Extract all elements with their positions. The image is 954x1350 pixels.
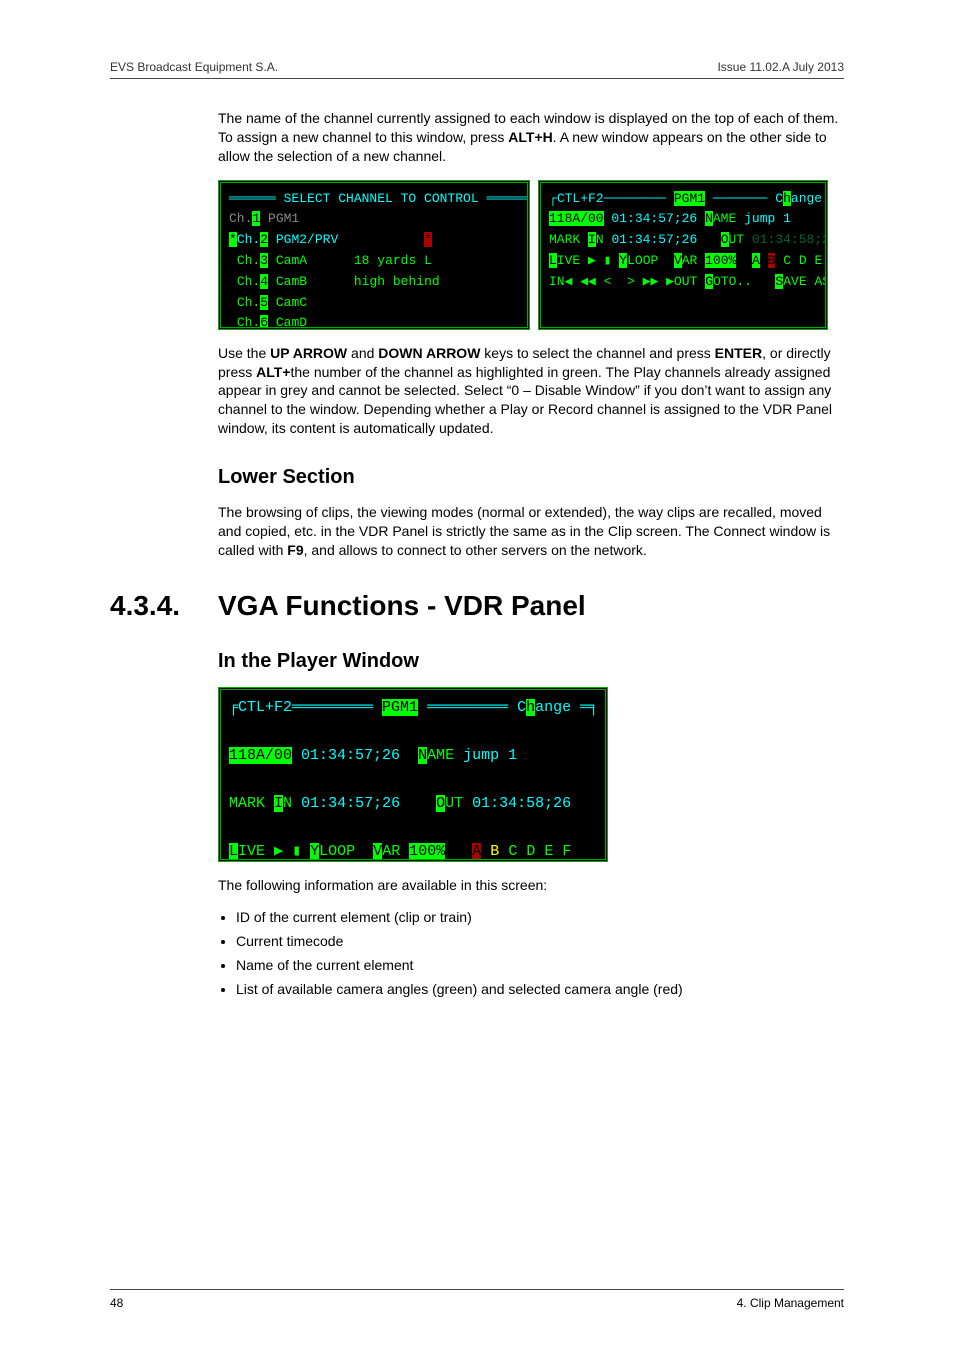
header-right: Issue 11.02.A July 2013: [717, 60, 844, 74]
vdr-player-panel: ╒CTL+F2═════════ PGM1 ═════════ Change ═…: [218, 687, 608, 862]
list-item: Name of the current element: [236, 957, 844, 973]
section-number: 4.3.4.: [110, 590, 218, 622]
list-item: List of available camera angles (green) …: [236, 981, 844, 997]
section-title: VGA Functions - VDR Panel: [218, 590, 586, 622]
header-left: EVS Broadcast Equipment S.A.: [110, 60, 278, 74]
player-window-heading: In the Player Window: [218, 650, 844, 673]
lower-section-para: The browsing of clips, the viewing modes…: [218, 503, 844, 560]
page-number: 48: [110, 1296, 123, 1310]
lower-section-heading: Lower Section: [218, 466, 844, 489]
select-channel-panel: ══════ SELECT CHANNEL TO CONTROL ══════ …: [218, 180, 530, 330]
bullets-intro: The following information are available …: [218, 876, 844, 895]
channel-select-screenshot: ══════ SELECT CHANNEL TO CONTROL ══════ …: [218, 180, 844, 330]
list-item: ID of the current element (clip or train…: [236, 909, 844, 925]
after-select-para: Use the UP ARROW and DOWN ARROW keys to …: [218, 344, 844, 438]
vdr-mini-panel: ┌CTL+F2──────── PGM1 ─────── Change ┐ 11…: [538, 180, 828, 330]
intro-para: The name of the channel currently assign…: [218, 109, 844, 166]
list-item: Current timecode: [236, 933, 844, 949]
footer-section: 4. Clip Management: [737, 1296, 844, 1310]
info-list: ID of the current element (clip or train…: [218, 909, 844, 997]
